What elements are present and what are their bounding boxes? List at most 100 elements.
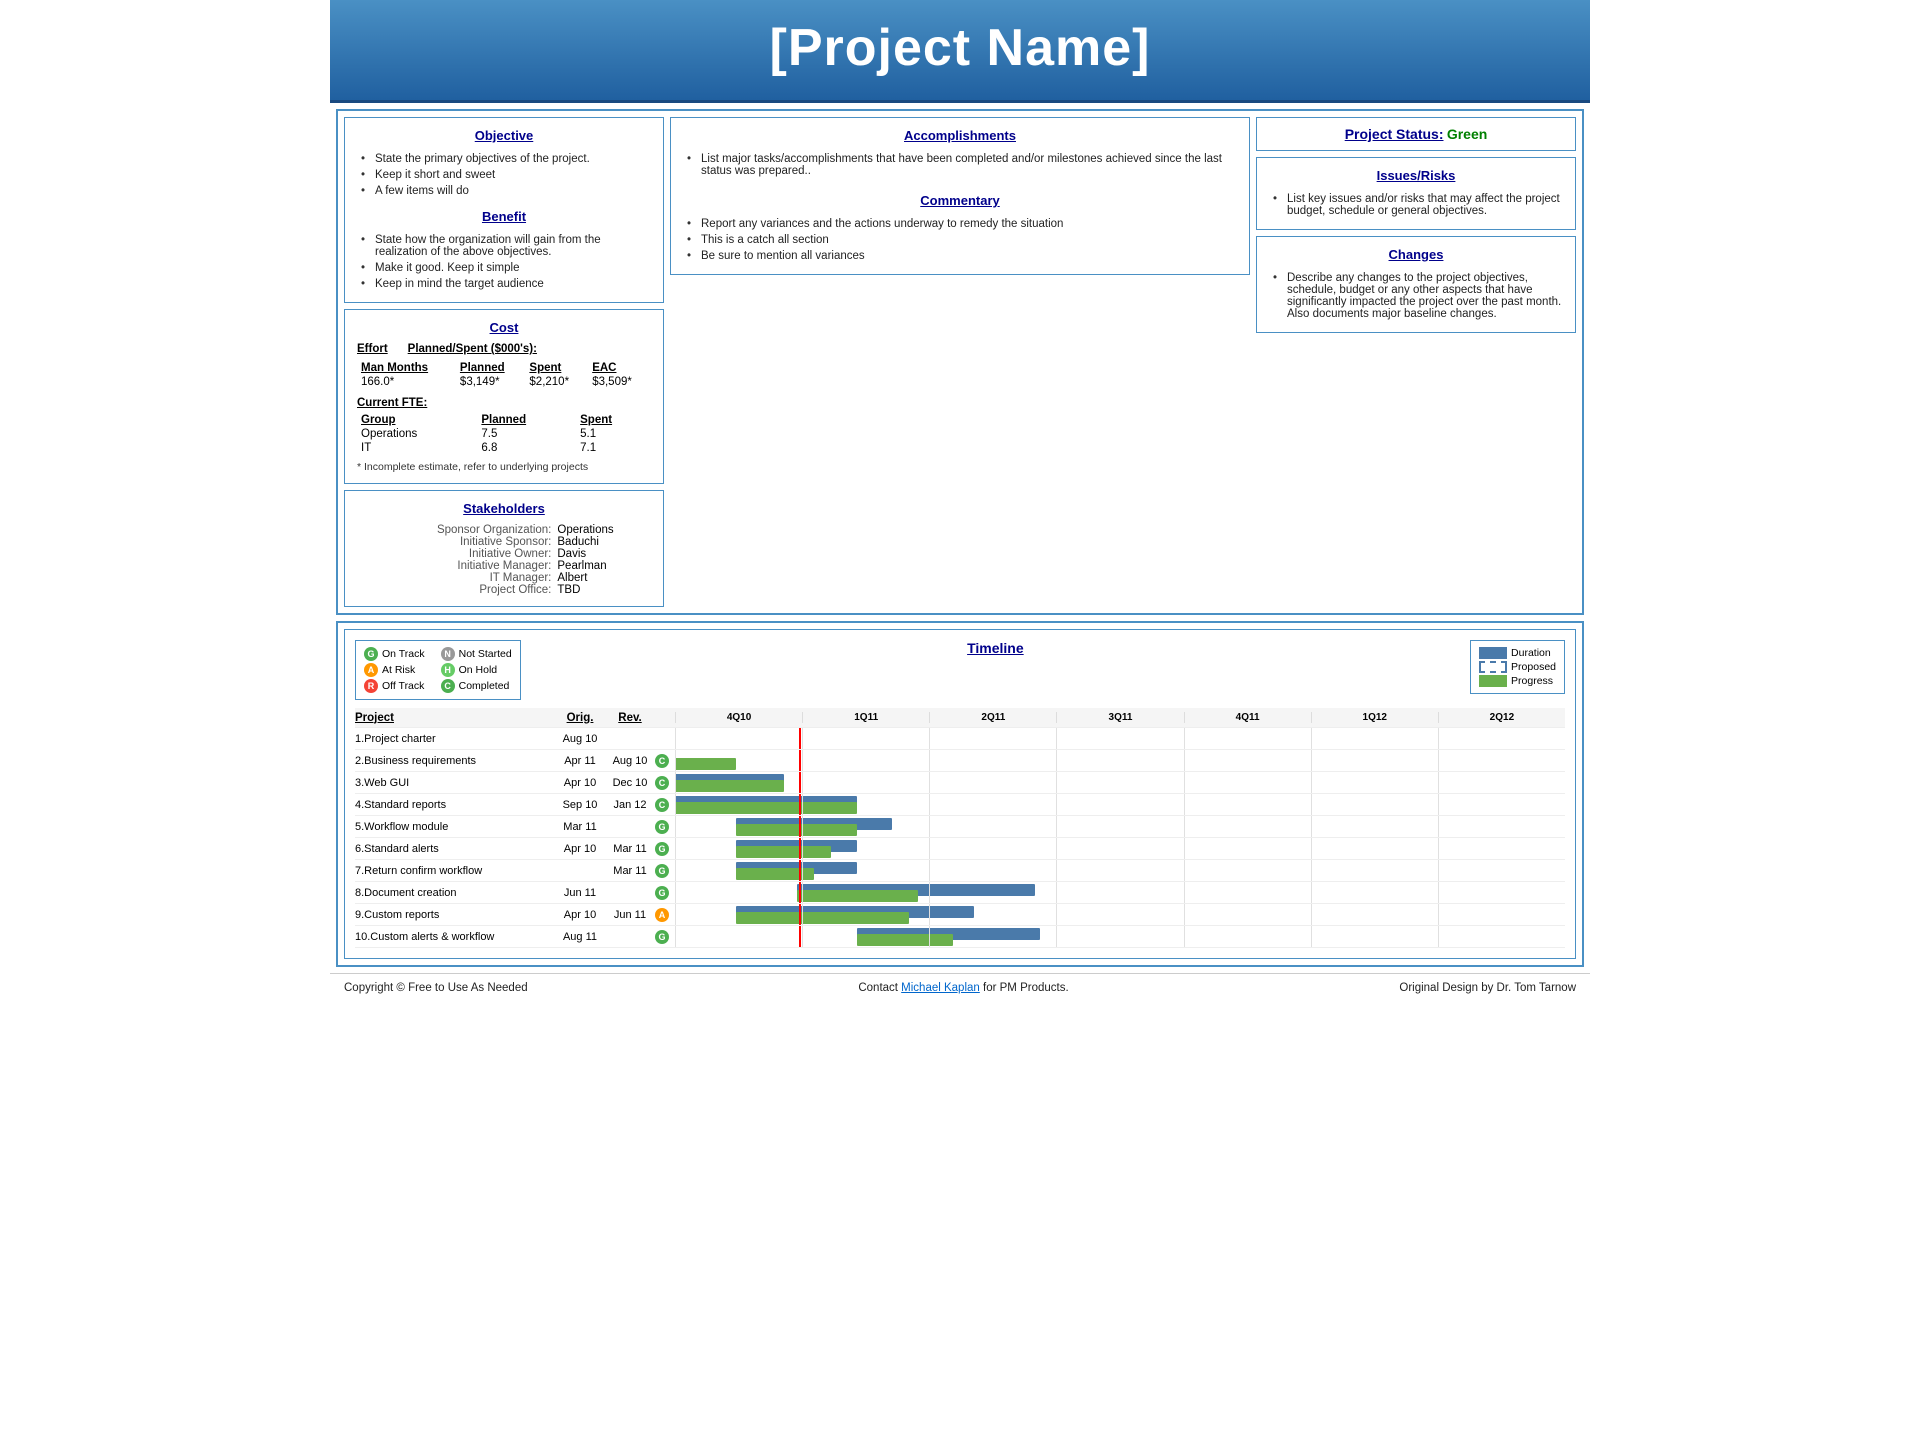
project-name: 5.Workflow module [355, 821, 555, 833]
gantt-bars [675, 750, 1565, 771]
table-row: Operations 7.5 5.1 [357, 427, 651, 441]
project-status-value: Green [1447, 126, 1487, 142]
legend-chart: DurationProposedProgress [1470, 640, 1565, 694]
bottom-section: GOn TrackAAt RiskROff Track NNot Started… [336, 621, 1584, 967]
stakeholders-panel: Stakeholders Sponsor Organization:Operat… [344, 490, 664, 607]
list-item: State the primary objectives of the proj… [361, 151, 651, 167]
list-item: Describe any changes to the project obje… [1273, 270, 1563, 322]
legend-item: NNot Started [441, 647, 512, 661]
gantt-chart: Project Orig. Rev. 4Q101Q112Q113Q114Q111… [355, 708, 1565, 948]
gantt-bars [675, 728, 1565, 749]
legend-item: Progress [1479, 675, 1556, 687]
list-item: Make it good. Keep it simple [361, 260, 651, 276]
legend-item: HOn Hold [441, 663, 512, 677]
project-name: 9.Custom reports [355, 909, 555, 921]
list-item: Keep in mind the target audience [361, 276, 651, 292]
cell-ops-planned: 7.5 [477, 427, 576, 441]
project-rev: Aug 10 [605, 755, 655, 767]
gantt-bars [675, 904, 1565, 925]
stakeholders-title: Stakeholders [357, 501, 651, 516]
status-circle: G [655, 886, 675, 900]
gantt-bars [675, 794, 1565, 815]
commentary-title: Commentary [683, 193, 1237, 208]
left-column: Objective State the primary objectives o… [344, 117, 664, 607]
fte-label: Current FTE: [357, 397, 651, 409]
table-row: Initiative Owner:Davis [357, 548, 651, 560]
objective-panel: Objective State the primary objectives o… [344, 117, 664, 303]
effort-label: Effort [357, 343, 388, 355]
project-name: 8.Document creation [355, 887, 555, 899]
cost-panel: Cost Effort Planned/Spent ($000's): Man … [344, 309, 664, 484]
gantt-bars [675, 816, 1565, 837]
stakeholders-table: Sponsor Organization:OperationsInitiativ… [357, 524, 651, 596]
list-item: This is a catch all section [687, 232, 1237, 248]
status-circle: G [655, 864, 675, 878]
footer-contact: Contact Michael Kaplan for PM Products. [858, 982, 1068, 994]
middle-column: Accomplishments List major tasks/accompl… [670, 117, 1250, 607]
col-eac: EAC [588, 361, 651, 375]
project-name: 4.Standard reports [355, 799, 555, 811]
project-name: 6.Standard alerts [355, 843, 555, 855]
issues-risks-list: List key issues and/or risks that may af… [1269, 191, 1563, 219]
gantt-row: 8.Document creation Jun 11 G [355, 882, 1565, 904]
project-name: 1.Project charter [355, 733, 555, 745]
footer-link[interactable]: Michael Kaplan [901, 982, 980, 994]
cost-title: Cost [357, 320, 651, 335]
project-status-panel: Project Status: Green [1256, 117, 1576, 151]
project-orig: Mar 11 [555, 821, 605, 833]
table-row: Initiative Sponsor:Baduchi [357, 536, 651, 548]
cost-table: Man Months Planned Spent EAC 166.0* $3,1… [357, 361, 651, 389]
gantt-row: 3.Web GUI Apr 10 Dec 10 C [355, 772, 1565, 794]
main-grid: Objective State the primary objectives o… [336, 109, 1584, 615]
col-spent: Spent [525, 361, 588, 375]
issues-risks-title: Issues/Risks [1269, 168, 1563, 183]
fte-table: Group Planned Spent Operations 7.5 5.1 I… [357, 413, 651, 455]
table-row: IT 6.8 7.1 [357, 441, 651, 455]
project-orig: Apr 11 [555, 755, 605, 767]
gantt-row: 7.Return confirm workflow Mar 11 G [355, 860, 1565, 882]
changes-title: Changes [1269, 247, 1563, 262]
list-item: List key issues and/or risks that may af… [1273, 191, 1563, 219]
objective-list: State the primary objectives of the proj… [357, 151, 651, 199]
table-row: IT Manager:Albert [357, 572, 651, 584]
legend-item: Duration [1479, 647, 1556, 659]
col-planned: Planned [456, 361, 525, 375]
timeline-title-container: Timeline [531, 640, 1460, 662]
footer-design: Original Design by Dr. Tom Tarnow [1399, 982, 1576, 994]
legend-item: CCompleted [441, 679, 512, 693]
gantt-row: 9.Custom reports Apr 10 Jun 11 A [355, 904, 1565, 926]
gantt-bars [675, 838, 1565, 859]
project-orig: Aug 10 [555, 733, 605, 745]
page-title: [Project Name] [330, 18, 1590, 78]
project-orig: Jun 11 [555, 887, 605, 899]
table-row: 166.0* $3,149* $2,210* $3,509* [357, 375, 651, 389]
status-circle: G [655, 842, 675, 856]
list-item: Report any variances and the actions und… [687, 216, 1237, 232]
changes-panel: Changes Describe any changes to the proj… [1256, 236, 1576, 333]
cell-eac: $3,509* [588, 375, 651, 389]
cost-note: * Incomplete estimate, refer to underlyi… [357, 461, 651, 473]
project-orig: Aug 11 [555, 931, 605, 943]
planned-spent-label: Planned/Spent ($000's): [408, 343, 537, 355]
list-item: Keep it short and sweet [361, 167, 651, 183]
project-rev: Jun 11 [605, 909, 655, 921]
gantt-bars [675, 860, 1565, 881]
gantt-row: 4.Standard reports Sep 10 Jan 12 C [355, 794, 1565, 816]
issues-risks-panel: Issues/Risks List key issues and/or risk… [1256, 157, 1576, 230]
status-circle: C [655, 754, 675, 768]
cell-ops-spent: 5.1 [576, 427, 651, 441]
gantt-bars [675, 926, 1565, 947]
project-name: 2.Business requirements [355, 755, 555, 767]
col-manmonths: Man Months [357, 361, 456, 375]
accomplishments-list: List major tasks/accomplishments that ha… [683, 151, 1237, 179]
project-orig: Sep 10 [555, 799, 605, 811]
project-rev: Mar 11 [605, 865, 655, 877]
table-row: Sponsor Organization:Operations [357, 524, 651, 536]
changes-list: Describe any changes to the project obje… [1269, 270, 1563, 322]
status-circle: C [655, 798, 675, 812]
gantt-row: 10.Custom alerts & workflow Aug 11 G [355, 926, 1565, 948]
legend-item: GOn Track [364, 647, 425, 661]
project-rev: Jan 12 [605, 799, 655, 811]
project-name: 7.Return confirm workflow [355, 865, 555, 877]
right-column: Project Status: Green Issues/Risks List … [1256, 117, 1576, 607]
